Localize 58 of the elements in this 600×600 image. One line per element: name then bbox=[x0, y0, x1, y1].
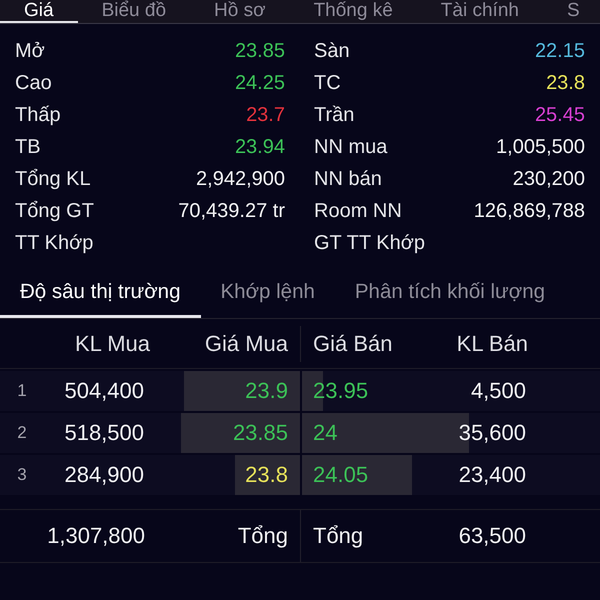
bid-volume: 518,500 bbox=[63, 420, 144, 446]
stat-label: NN mua bbox=[314, 136, 388, 158]
stat-label: Tổng GT bbox=[15, 200, 94, 222]
tab[interactable]: Tài chính bbox=[416, 0, 543, 23]
bid-volume: 284,900 bbox=[63, 462, 144, 488]
stat-label: Tổng KL bbox=[15, 168, 91, 190]
stat-value: 24.25 bbox=[234, 72, 285, 94]
total-volume: 1,307,800 bbox=[46, 523, 145, 549]
stat-label: NN bán bbox=[314, 168, 382, 190]
stat-value: 230,200 bbox=[512, 168, 585, 190]
stat-value: 23.7 bbox=[246, 104, 285, 126]
column-header: Giá Bán bbox=[312, 330, 392, 356]
row-number: 1 bbox=[16, 381, 28, 401]
row-number: 3 bbox=[16, 465, 28, 485]
column-header: KL Bán bbox=[456, 330, 529, 356]
stat-value: 70,439.27 tr bbox=[178, 200, 285, 222]
row-number: 2 bbox=[16, 423, 28, 443]
tab[interactable]: Phân tích khối lượng bbox=[334, 266, 566, 318]
ask-volume: 23,400 bbox=[458, 462, 527, 488]
bid-volume: 504,400 bbox=[63, 378, 144, 404]
stat-label: Mở bbox=[15, 40, 45, 62]
stat-label: Trần bbox=[314, 104, 354, 126]
total-label: Tổng bbox=[238, 523, 289, 549]
stat-label: GT TT Khớp bbox=[314, 232, 425, 254]
stat-value: 126,869,788 bbox=[474, 200, 585, 222]
total-label: Tổng bbox=[312, 523, 364, 549]
stat-value: 23.8 bbox=[546, 72, 585, 94]
stat-label: Room NN bbox=[314, 200, 402, 222]
stat-value: 23.94 bbox=[234, 136, 285, 158]
stat-value: 22.15 bbox=[534, 40, 585, 62]
stat-value: 25.45 bbox=[534, 104, 585, 126]
ask-price: 24 bbox=[312, 420, 338, 446]
bid-price: 23.8 bbox=[245, 462, 289, 488]
tab[interactable]: Biểu đồ bbox=[78, 0, 190, 23]
stat-value: 2,942,900 bbox=[196, 168, 285, 190]
stat-label: TC bbox=[314, 72, 341, 94]
total-volume: 63,500 bbox=[458, 523, 527, 549]
ask-price: 24.05 bbox=[312, 462, 368, 488]
bid-price: 23.85 bbox=[232, 420, 289, 446]
stat-label: Sàn bbox=[314, 40, 350, 62]
stat-value: 1,005,500 bbox=[496, 136, 585, 158]
stat-label: TB bbox=[15, 136, 41, 158]
stat-value: 23.85 bbox=[234, 40, 285, 62]
tab[interactable]: Thống kê bbox=[290, 0, 417, 23]
stat-label: TT Khớp bbox=[15, 232, 94, 254]
column-header: KL Mua bbox=[74, 330, 150, 356]
bid-price: 23.9 bbox=[245, 378, 289, 404]
ask-volume: 35,600 bbox=[458, 420, 527, 446]
tab[interactable]: Hồ sơ bbox=[190, 0, 290, 23]
tab[interactable]: Độ sâu thị trường bbox=[0, 266, 200, 318]
ask-volume: 4,500 bbox=[470, 378, 527, 404]
tab[interactable]: Giá bbox=[0, 0, 78, 23]
stat-label: Thấp bbox=[15, 104, 61, 126]
column-header: Giá Mua bbox=[204, 330, 289, 356]
stat-label: Cao bbox=[15, 72, 52, 94]
ask-price: 23.95 bbox=[312, 378, 368, 404]
tab[interactable]: Khớp lệnh bbox=[200, 266, 335, 318]
tab[interactable]: S bbox=[542, 0, 600, 23]
